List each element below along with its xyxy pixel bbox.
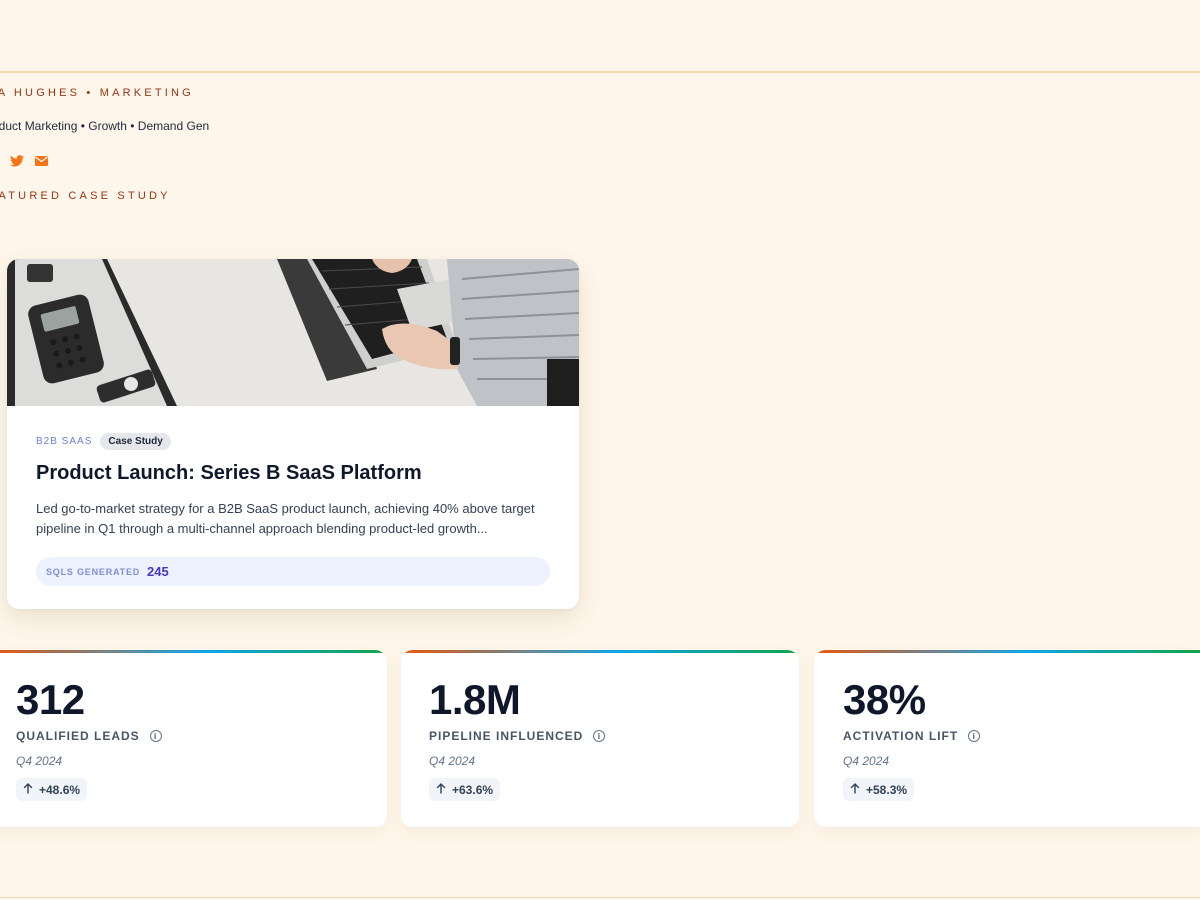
stat-period: Q4 2024 [843,754,890,768]
case-metric-value: 245 [147,564,169,579]
stat-change-badge: +63.6% [429,778,501,801]
info-icon[interactable]: i [968,730,981,742]
case-study-card[interactable]: B2B SAAS Case Study Product Launch: Seri… [7,259,579,609]
featured-section-label: EATURED CASE STUDY [0,190,171,202]
stat-accent-bar [401,650,799,653]
stat-change-value: +58.3% [866,782,908,797]
stat-accent-bar [0,650,387,653]
social-links [10,154,48,168]
stat-label-text: QUALIFIED LEADS [16,729,140,743]
stat-change-value: +48.6% [39,782,81,797]
case-metric-label: SQLS GENERATED [46,566,141,577]
stat-label-text: ACTIVATION LIFT [843,729,959,743]
mail-icon[interactable] [34,154,48,168]
twitter-icon[interactable] [10,154,24,168]
stat-value: 1.8M [429,676,521,723]
stat-change-badge: +48.6% [16,778,88,801]
info-icon[interactable]: i [593,730,606,742]
stat-card-pipeline-influenced: 1.8M PIPELINE INFLUENCED i Q4 2024 +63.6… [401,650,799,827]
stat-card-qualified-leads: 312 QUALIFIED LEADS i Q4 2024 +48.6% [0,650,387,827]
stat-label: QUALIFIED LEADS i [16,729,162,743]
tagline: oduct Marketing • Growth • Demand Gen [0,119,210,133]
portfolio-page: VA HUGHES • MARKETING oduct Marketing • … [0,0,1200,900]
stat-change-value: +63.6% [452,782,494,797]
arrow-up-icon [23,782,33,797]
stat-period: Q4 2024 [16,754,63,768]
stat-label: ACTIVATION LIFT i [843,729,981,743]
case-title[interactable]: Product Launch: Series B SaaS Platform [36,462,550,485]
footer-divider [0,897,1200,898]
stat-label-text: PIPELINE INFLUENCED [429,729,584,743]
stat-accent-bar [814,650,1200,653]
case-category: B2B SAAS [36,435,93,447]
header-divider [0,71,1200,73]
stat-card-activation-lift: 38% ACTIVATION LIFT i Q4 2024 +58.3% [814,650,1200,827]
info-icon[interactable]: i [149,730,162,742]
stat-label: PIPELINE INFLUENCED i [429,729,606,743]
stat-value: 38% [843,676,926,723]
case-description: Led go-to-market strategy for a B2B SaaS… [36,501,535,536]
case-study-image [7,259,579,406]
case-metric-pill: SQLS GENERATED 245 [36,557,550,586]
arrow-up-icon [436,782,446,797]
arrow-up-icon [850,782,860,797]
stat-change-badge: +58.3% [843,778,915,801]
stat-period: Q4 2024 [429,754,476,768]
author-line: VA HUGHES • MARKETING [0,87,194,99]
case-type-badge: Case Study [100,432,171,450]
stat-value: 312 [16,676,85,723]
